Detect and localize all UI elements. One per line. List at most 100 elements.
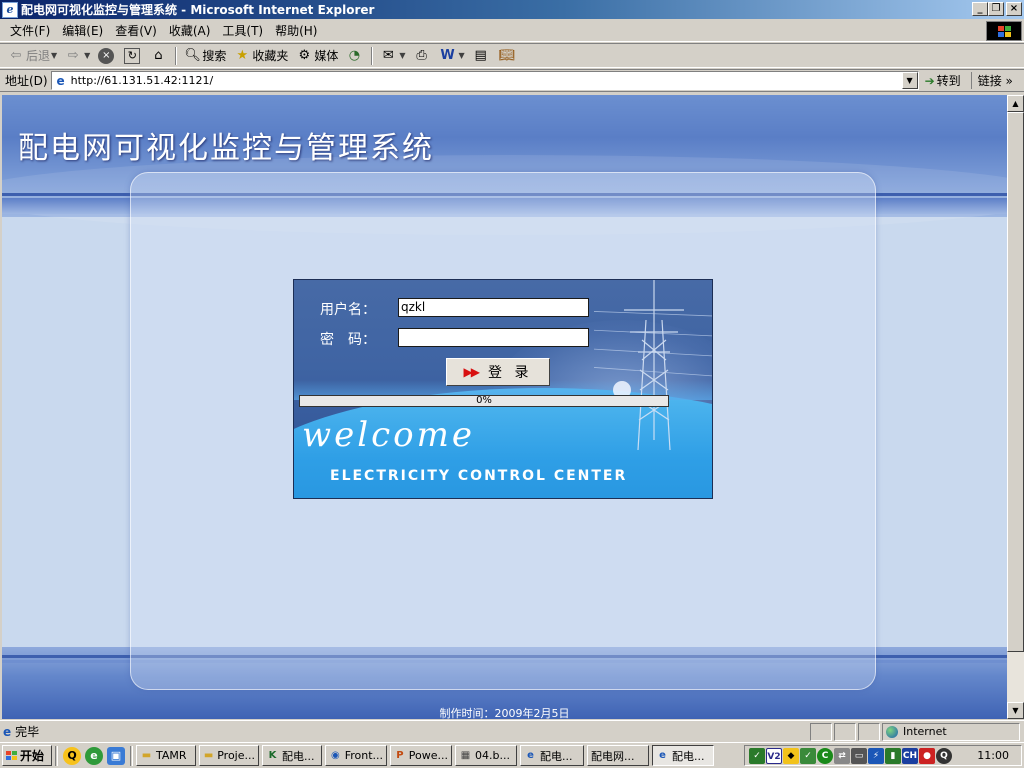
toolbar-separator (371, 46, 374, 65)
security-zone[interactable]: Internet (882, 722, 1020, 741)
stop-button[interactable]: × (94, 45, 120, 67)
back-label: 后退 (26, 49, 51, 63)
mail-button[interactable]: ✉ ▼ (376, 45, 409, 67)
status-cell (834, 722, 856, 741)
menu-tools[interactable]: 工具(T) (216, 22, 269, 39)
discuss-button[interactable]: ▤ (469, 45, 495, 67)
status-text: 完毕 (15, 725, 40, 739)
tray-flash-icon[interactable]: ⚡ (868, 747, 884, 764)
search-button[interactable]: 🔍︎ 搜索 (180, 45, 230, 67)
address-dropdown-icon[interactable]: ▼ (901, 72, 918, 89)
minimize-button[interactable]: _ (972, 2, 988, 16)
window-title: 配电网可视化监控与管理系统 - Microsoft Internet Explo… (21, 3, 375, 17)
word-edit-icon: W (440, 47, 455, 63)
mail-dropdown-icon[interactable]: ▼ (399, 51, 405, 60)
menu-view[interactable]: 查看(V) (109, 22, 163, 39)
go-button[interactable]: ➔ 转到 (925, 72, 961, 89)
clock[interactable]: 11:00 (977, 749, 1009, 762)
tray-v2-icon[interactable]: V2 (766, 747, 782, 764)
address-url[interactable]: http://61.131.51.42:1121/ (71, 74, 214, 87)
close-button[interactable]: × (1006, 2, 1022, 16)
address-input[interactable]: e http://61.131.51.42:1121/ ▼ (50, 71, 919, 90)
tray-green-icon[interactable]: ▮ (885, 747, 901, 764)
login-box: 用户名： qzkl 密 码： ▶▶ 登 录 0% welcome ELECTRI… (293, 279, 713, 499)
login-button-label: 登 录 (488, 365, 533, 381)
links-button[interactable]: 链接 » (970, 72, 1013, 89)
task-button[interactable]: ◉ Front... (325, 745, 387, 766)
media-icon: ⚙ (298, 47, 311, 63)
tray-qq-icon[interactable]: Q (936, 747, 952, 764)
menu-help[interactable]: 帮助(H) (269, 22, 323, 39)
home-button[interactable]: ⌂ (146, 45, 172, 67)
ie-app-icon[interactable]: e (2, 1, 18, 18)
window-title-bar[interactable]: e 配电网可视化监控与管理系统 - Microsoft Internet Exp… (0, 0, 1024, 19)
start-button[interactable]: 开始 (2, 745, 52, 766)
favorites-button[interactable]: ★ 收藏夹 (230, 45, 292, 67)
taskbar-separator (55, 745, 58, 766)
mail-icon: ✉ (382, 47, 394, 63)
refresh-button[interactable]: ↻ (120, 45, 146, 67)
task-button-active[interactable]: e 配电... (652, 745, 714, 766)
username-input[interactable]: qzkl (398, 298, 589, 317)
edit-dropdown-icon[interactable]: ▼ (459, 51, 465, 60)
tray-shield-icon[interactable]: ◆ (783, 747, 799, 764)
windows-flag-icon (6, 751, 17, 760)
back-button[interactable]: ⇦ 后退 ▼ (4, 45, 61, 67)
internet-globe-icon (886, 725, 898, 738)
media-label: 媒体 (314, 49, 339, 63)
task-label: TAMR (156, 749, 187, 762)
page-viewport: 配电网可视化监控与管理系统 用户名： qzkl 密 码： ▶▶ 登 录 0% w… (2, 95, 1007, 719)
tray-c-icon[interactable]: C (817, 747, 833, 764)
menu-edit[interactable]: 编辑(E) (56, 22, 109, 39)
task-button[interactable]: ▬ Proje... (199, 745, 259, 766)
menu-file[interactable]: 文件(F) (4, 22, 56, 39)
print-button[interactable]: ⎙ (410, 45, 436, 67)
browser-icon[interactable]: e (85, 746, 103, 765)
tray-check-icon[interactable]: ✓ (800, 747, 816, 764)
task-label: 配电网... (591, 749, 635, 763)
scroll-thumb[interactable] (1007, 112, 1024, 652)
messenger-button[interactable]: 📖︎ (495, 45, 521, 67)
task-button[interactable]: ▦ 04.b... (455, 745, 517, 766)
task-label: Front... (344, 749, 383, 762)
edit-button[interactable]: W ▼ (436, 45, 469, 67)
login-button[interactable]: ▶▶ 登 录 (446, 358, 550, 386)
address-bar: 地址(D) e http://61.131.51.42:1121/ ▼ ➔ 转到… (0, 69, 1024, 92)
vertical-scrollbar[interactable]: ▲ ▼ (1007, 95, 1024, 719)
task-button[interactable]: 配电网... (587, 745, 649, 766)
forward-dropdown-icon[interactable]: ▼ (84, 51, 90, 60)
stop-icon: × (98, 47, 115, 64)
menu-favorites[interactable]: 收藏(A) (163, 22, 217, 39)
task-button[interactable]: ▬ TAMR (136, 745, 196, 766)
scroll-up-button[interactable]: ▲ (1007, 95, 1024, 112)
page-icon: e (56, 73, 65, 88)
tray-network-icon[interactable]: ⇄ (834, 747, 850, 764)
tray-monitor-icon[interactable]: ▭ (851, 747, 867, 764)
scroll-down-button[interactable]: ▼ (1007, 702, 1024, 719)
tray-red-icon[interactable]: ● (919, 747, 935, 764)
task-button[interactable]: P Powe... (390, 745, 452, 766)
qq-penguin-icon[interactable]: Q (63, 746, 81, 765)
app-icon: K (268, 750, 277, 761)
show-desktop-icon[interactable]: ▣ (107, 746, 125, 765)
password-input[interactable] (398, 328, 589, 347)
zone-label: Internet (903, 725, 947, 738)
go-arrow-icon: ➔ (924, 73, 935, 88)
status-bar: e 完毕 Internet (0, 720, 1024, 742)
go-label: 转到 (936, 74, 961, 88)
tray-app-icon[interactable]: ✓ (749, 747, 765, 764)
back-dropdown-icon[interactable]: ▼ (51, 51, 57, 60)
media-button[interactable]: ⚙ 媒体 (292, 45, 342, 67)
task-button[interactable]: e 配电... (520, 745, 584, 766)
search-label: 搜索 (202, 49, 227, 63)
history-button[interactable]: ◔ (342, 45, 368, 67)
window-controls: _ ❐ × (972, 2, 1022, 16)
task-button[interactable]: K 配电... (262, 745, 322, 766)
maximize-button[interactable]: ❐ (988, 2, 1004, 16)
task-label: Proje... (217, 749, 255, 762)
progress-text: 0% (476, 395, 492, 406)
image-icon: ▦ (460, 750, 471, 761)
discuss-icon: ▤ (474, 47, 487, 63)
forward-button[interactable]: ⇨ ▼ (61, 45, 94, 67)
tray-language-icon[interactable]: CH (902, 747, 918, 764)
